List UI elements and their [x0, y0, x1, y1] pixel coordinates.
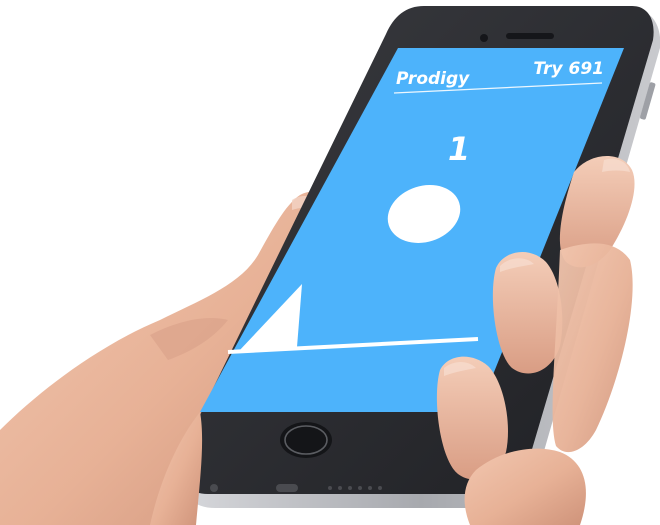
attempt-counter: Try 691 [533, 59, 604, 79]
front-camera [480, 34, 488, 42]
earpiece-speaker [506, 33, 554, 39]
home-button[interactable] [280, 422, 332, 458]
game-title: Prodigy [396, 69, 470, 89]
phone-scene: Prodigy Try 691 1 [0, 6, 660, 525]
score-display: 1 [448, 130, 470, 168]
